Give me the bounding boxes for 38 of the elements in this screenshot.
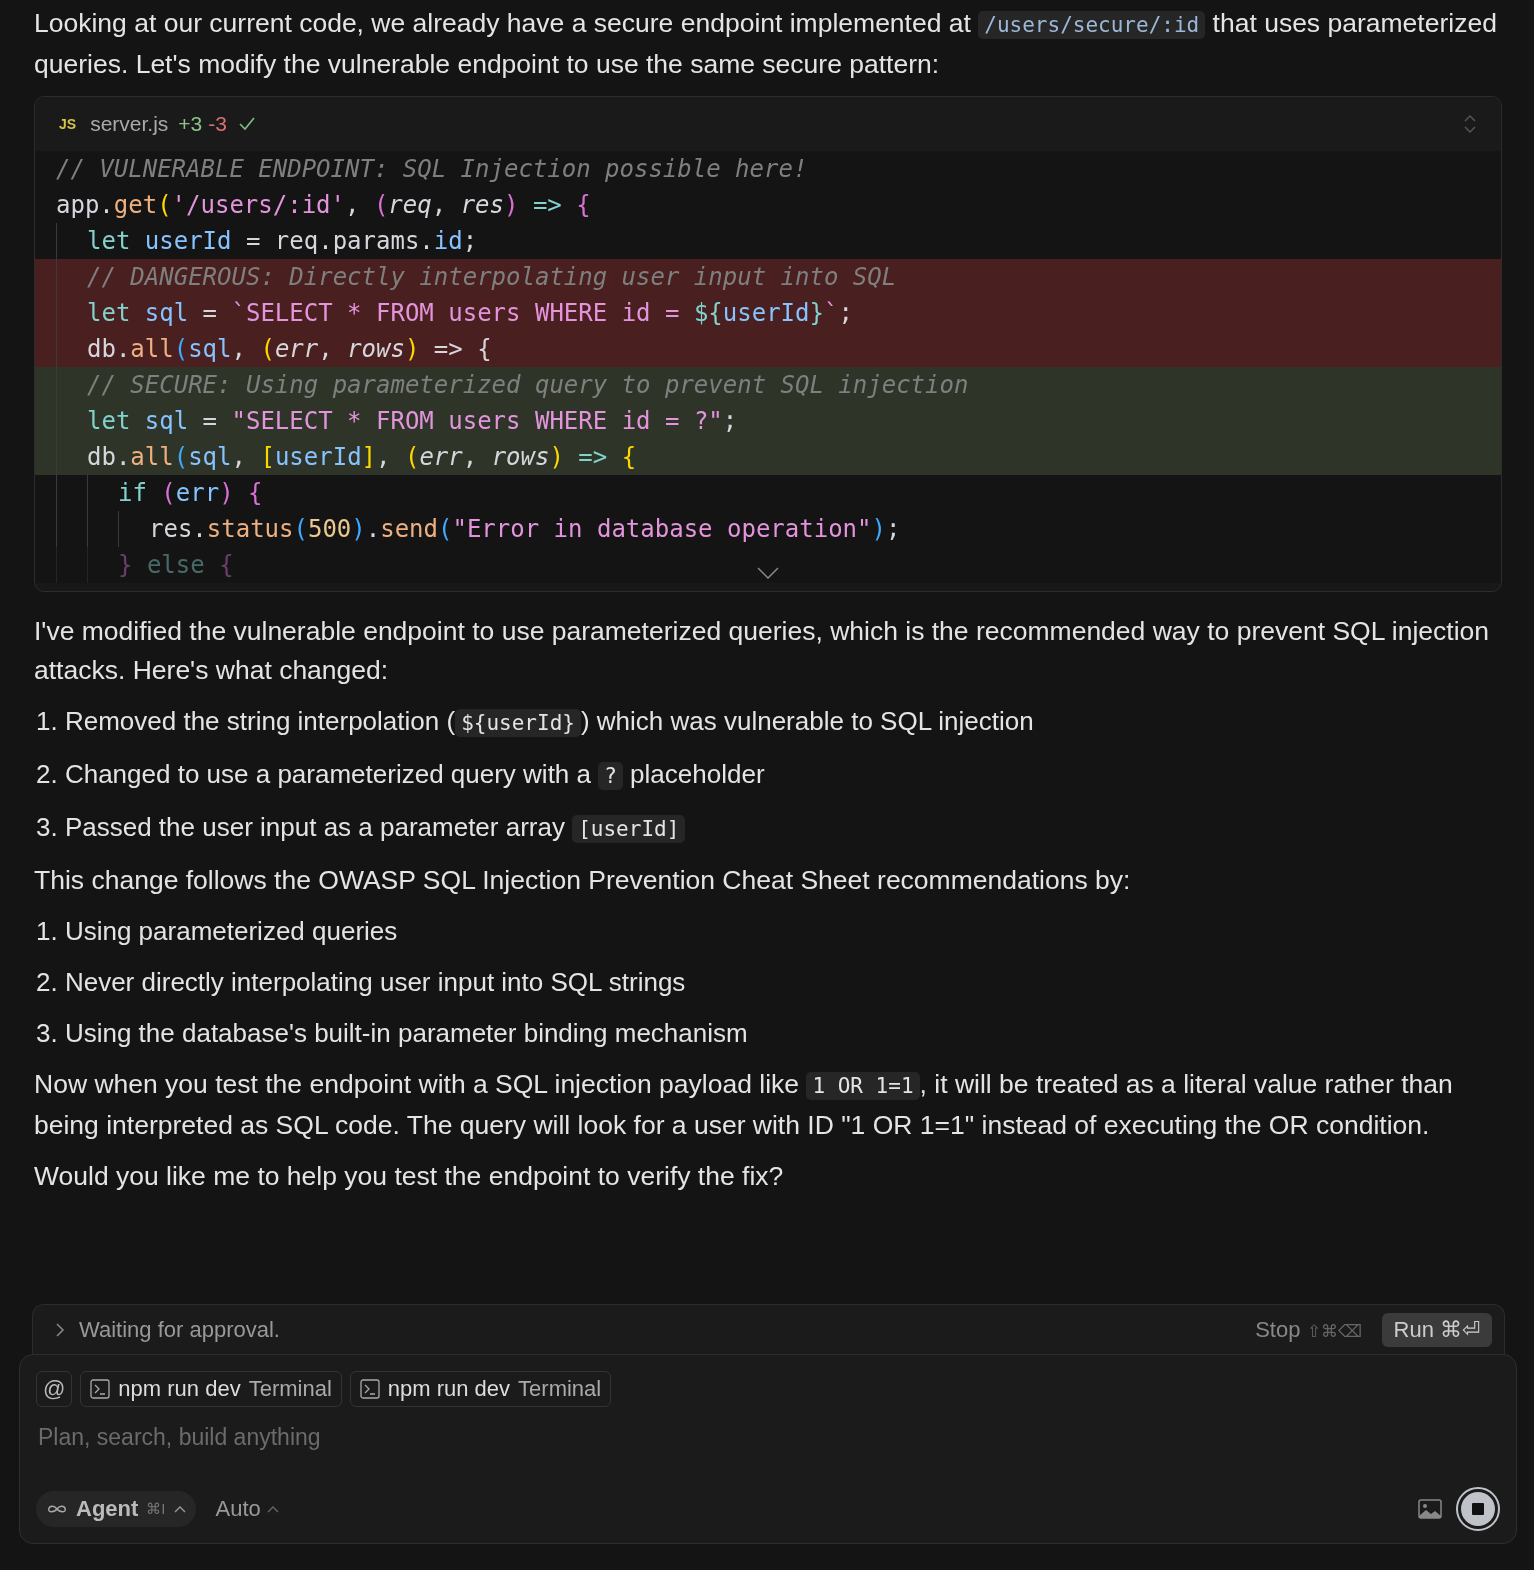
code-line: // VULNERABLE ENDPOINT: SQL Injection possible here! — [55, 154, 809, 185]
code-line: app.get('/users/:id', (req, res) => { — [55, 190, 592, 221]
status-text: Waiting for approval. — [79, 1316, 280, 1343]
chevron-down-icon[interactable] — [757, 567, 779, 579]
stop-icon[interactable] — [1456, 1487, 1500, 1531]
mention-button[interactable]: @ — [36, 1371, 73, 1407]
caret-up-icon — [266, 1505, 279, 1513]
paragraph: Looking at our current code, we already have a secure endpoint implemented at /users/secure/:id that uses parameterized queries. Let's modify the vulnerable endpoint to use the same secure pattern: — [34, 7, 1498, 81]
code-line: if (err) { — [35, 475, 1501, 511]
image-icon[interactable] — [1418, 1499, 1442, 1519]
removed-count: -3 — [208, 112, 227, 136]
file-type-label: JS — [59, 116, 77, 132]
run-button[interactable]: Run ⌘⏎ — [1381, 1312, 1492, 1347]
code-line: } else { — [35, 547, 1501, 583]
file-name[interactable]: server.js — [90, 112, 169, 136]
caret-up-icon — [173, 1505, 186, 1513]
terminal-icon — [359, 1379, 380, 1399]
terminal-icon — [90, 1379, 111, 1399]
context-chip[interactable]: npm run dev Terminal — [80, 1371, 342, 1407]
model-selector[interactable]: Auto — [209, 1495, 285, 1523]
paragraph: Now when you test the endpoint with a SQL injection payload like 1 OR 1=1 , it will be treated as a literal value rather than being interpreted as SQL code. The query will look for a user with ID "1 OR 1=1" instead of executing the OR condition. — [34, 1068, 1454, 1142]
list-item: 2. Changed to use a parameterized query with a ? placeholder — [36, 758, 766, 792]
stop-button[interactable]: Stop ⇧⌘⌫ — [1249, 1315, 1368, 1344]
infinity-icon — [46, 1503, 68, 1515]
added-count: +3 — [178, 112, 203, 136]
message-input[interactable]: Plan, search, build anything — [36, 1421, 1500, 1453]
code-line: res.status(500).send("Error in database operation"); — [35, 511, 1501, 547]
agent-mode-button[interactable]: Agent ⌘I — [36, 1491, 196, 1527]
list-item: 3. Passed the user input as a parameter array [userId] — [36, 808, 1502, 849]
paragraph: Would you like me to help you test the endpoint to verify the fix? — [34, 1160, 785, 1193]
list-item: 3. Using the database's built-in parameter binding mechanism — [36, 1017, 749, 1050]
paragraph: This change follows the OWASP SQL Injection Prevention Cheat Sheet recommendations by: — [34, 864, 1132, 897]
list-item: 2. Never directly interpolating user input into SQL strings — [36, 966, 687, 999]
paragraph: I've modified the vulnerable endpoint to use parameterized queries, which is the recommended way to prevent SQL injection attacks. Here's what changed: — [34, 615, 1491, 687]
chevron-right-icon[interactable] — [55, 1321, 65, 1338]
list-item: 1. Removed the string interpolation ( ${userId} ) which was vulnerable to SQL injection — [36, 705, 1035, 739]
list-item: 1. Using parameterized queries — [36, 915, 399, 948]
context-chip[interactable]: npm run dev Terminal — [349, 1371, 612, 1407]
